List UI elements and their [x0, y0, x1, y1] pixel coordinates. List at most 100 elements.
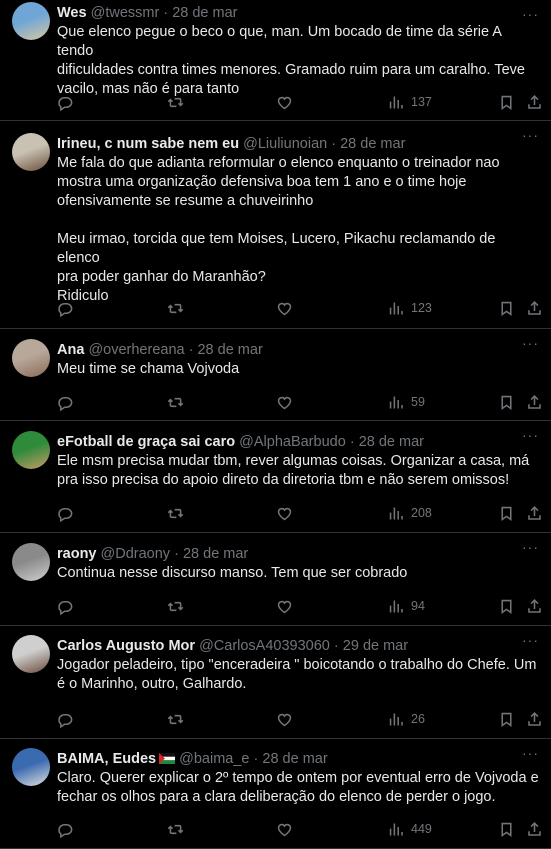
- retweet-button[interactable]: [167, 298, 184, 318]
- avatar[interactable]: [12, 133, 50, 171]
- avatar[interactable]: [12, 431, 50, 469]
- more-options-icon[interactable]: ···: [522, 427, 539, 443]
- share-button[interactable]: [526, 392, 543, 412]
- retweet-button[interactable]: [167, 819, 184, 839]
- author-name[interactable]: Irineu, c num sabe nem eu: [57, 136, 239, 152]
- views-button[interactable]: 26: [388, 709, 425, 729]
- bookmark-button[interactable]: [498, 392, 515, 412]
- share-button[interactable]: [526, 503, 543, 523]
- author-name[interactable]: Carlos Augusto Mor: [57, 638, 195, 654]
- reply-button[interactable]: [57, 709, 74, 729]
- bookmark-button[interactable]: [498, 503, 515, 523]
- views-button[interactable]: 449: [388, 819, 432, 839]
- author-name[interactable]: BAIMA, Eudes: [57, 751, 156, 767]
- separator-dot: ·: [188, 342, 194, 358]
- more-options-icon[interactable]: ···: [522, 6, 539, 22]
- tweet-text: Continua nesse discurso manso. Tem que s…: [57, 565, 408, 581]
- reply-button[interactable]: [57, 819, 74, 839]
- reply-icon: [58, 713, 73, 728]
- author-handle[interactable]: @AlphaBarbudo: [239, 434, 346, 450]
- share-button[interactable]: [526, 709, 543, 729]
- like-button[interactable]: [276, 596, 293, 616]
- author-handle[interactable]: @Ddraony: [101, 546, 171, 562]
- avatar[interactable]: [12, 748, 50, 786]
- views-icon: [389, 507, 403, 519]
- author-name[interactable]: raony: [57, 546, 97, 562]
- avatar[interactable]: [12, 339, 50, 377]
- retweet-button[interactable]: [167, 92, 184, 112]
- tweet-date[interactable]: 28 de mar: [197, 342, 262, 358]
- tweet[interactable]: eFotball de graça sai caro @AlphaBarbudo…: [0, 421, 551, 533]
- author-name[interactable]: eFotball de graça sai caro: [57, 434, 235, 450]
- views-button[interactable]: 59: [388, 392, 425, 412]
- views-button[interactable]: 123: [388, 298, 432, 318]
- more-options-icon[interactable]: ···: [522, 335, 539, 351]
- like-button[interactable]: [276, 298, 293, 318]
- retweet-button[interactable]: [167, 503, 184, 523]
- tweet[interactable]: Wes @twessmr · 28 de mar Que elenco pegu…: [0, 0, 551, 121]
- share-icon: [528, 821, 541, 836]
- tweet[interactable]: Ana @overhereana · 28 de mar Meu time se…: [0, 329, 551, 421]
- tweet-date[interactable]: 28 de mar: [359, 434, 424, 450]
- share-icon: [528, 711, 541, 726]
- reply-button[interactable]: [57, 503, 74, 523]
- like-button[interactable]: [276, 819, 293, 839]
- retweet-button[interactable]: [167, 709, 184, 729]
- share-button[interactable]: [526, 596, 543, 616]
- more-options-icon[interactable]: ···: [522, 745, 539, 761]
- bookmark-button[interactable]: [498, 298, 515, 318]
- author-name[interactable]: Ana: [57, 342, 84, 358]
- separator-dot: ·: [174, 546, 179, 562]
- tweet-date[interactable]: 28 de mar: [340, 136, 405, 152]
- tweet-text: Me fala do que adianta reformular o elen…: [57, 155, 500, 304]
- share-button[interactable]: [526, 298, 543, 318]
- tweet[interactable]: Irineu, c num sabe nem eu @Liuliunoian ·…: [0, 121, 551, 329]
- author-handle[interactable]: @Liuliunoian: [243, 136, 327, 152]
- like-button[interactable]: [276, 503, 293, 523]
- like-button[interactable]: [276, 92, 293, 112]
- avatar[interactable]: [12, 2, 50, 40]
- author-name[interactable]: Wes: [57, 5, 87, 21]
- tweet-date[interactable]: 28 de mar: [172, 5, 237, 21]
- avatar[interactable]: [12, 543, 50, 581]
- share-button[interactable]: [526, 92, 543, 112]
- views-button[interactable]: 208: [388, 503, 432, 523]
- retweet-button[interactable]: [167, 596, 184, 616]
- reply-button[interactable]: [57, 92, 74, 112]
- like-button[interactable]: [276, 709, 293, 729]
- bookmark-button[interactable]: [498, 596, 515, 616]
- reply-button[interactable]: [57, 596, 74, 616]
- author-handle[interactable]: @CarlosA40393060: [199, 638, 330, 654]
- retweet-icon: [167, 714, 184, 724]
- like-button[interactable]: [276, 392, 293, 412]
- like-icon: [277, 96, 292, 109]
- avatar[interactable]: [12, 635, 50, 673]
- tweet[interactable]: BAIMA, Eudes @baima_e · 28 de mar Claro.…: [0, 739, 551, 849]
- reply-button[interactable]: [57, 298, 74, 318]
- more-options-icon[interactable]: ···: [522, 127, 539, 143]
- bookmark-button[interactable]: [498, 819, 515, 839]
- bookmark-button[interactable]: [498, 709, 515, 729]
- tweet-date[interactable]: 28 de mar: [183, 546, 248, 562]
- views-icon: [389, 600, 403, 612]
- tweet-date[interactable]: 28 de mar: [262, 751, 327, 767]
- share-button[interactable]: [526, 819, 543, 839]
- author-handle[interactable]: @twessmr: [91, 5, 160, 21]
- bookmark-button[interactable]: [498, 92, 515, 112]
- views-button[interactable]: 94: [388, 596, 425, 616]
- reply-button[interactable]: [57, 392, 74, 412]
- tweet[interactable]: Carlos Augusto Mor @CarlosA40393060 · 29…: [0, 626, 551, 739]
- author-handle[interactable]: @baima_e: [179, 751, 249, 767]
- author-handle[interactable]: @overhereana: [88, 342, 184, 358]
- more-options-icon[interactable]: ···: [522, 539, 539, 555]
- tweet[interactable]: raony @Ddraony · 28 de mar Continua ness…: [0, 533, 551, 626]
- like-icon: [277, 713, 292, 726]
- views-button[interactable]: 137: [388, 92, 432, 112]
- separator-dot: ·: [163, 5, 169, 21]
- retweet-button[interactable]: [167, 392, 184, 412]
- tweet-text: Jogador peladeiro, tipo "enceradeira " b…: [57, 657, 537, 692]
- retweet-icon: [167, 397, 184, 407]
- share-icon: [528, 598, 541, 613]
- tweet-date[interactable]: 29 de mar: [343, 638, 408, 654]
- more-options-icon[interactable]: ···: [522, 632, 539, 648]
